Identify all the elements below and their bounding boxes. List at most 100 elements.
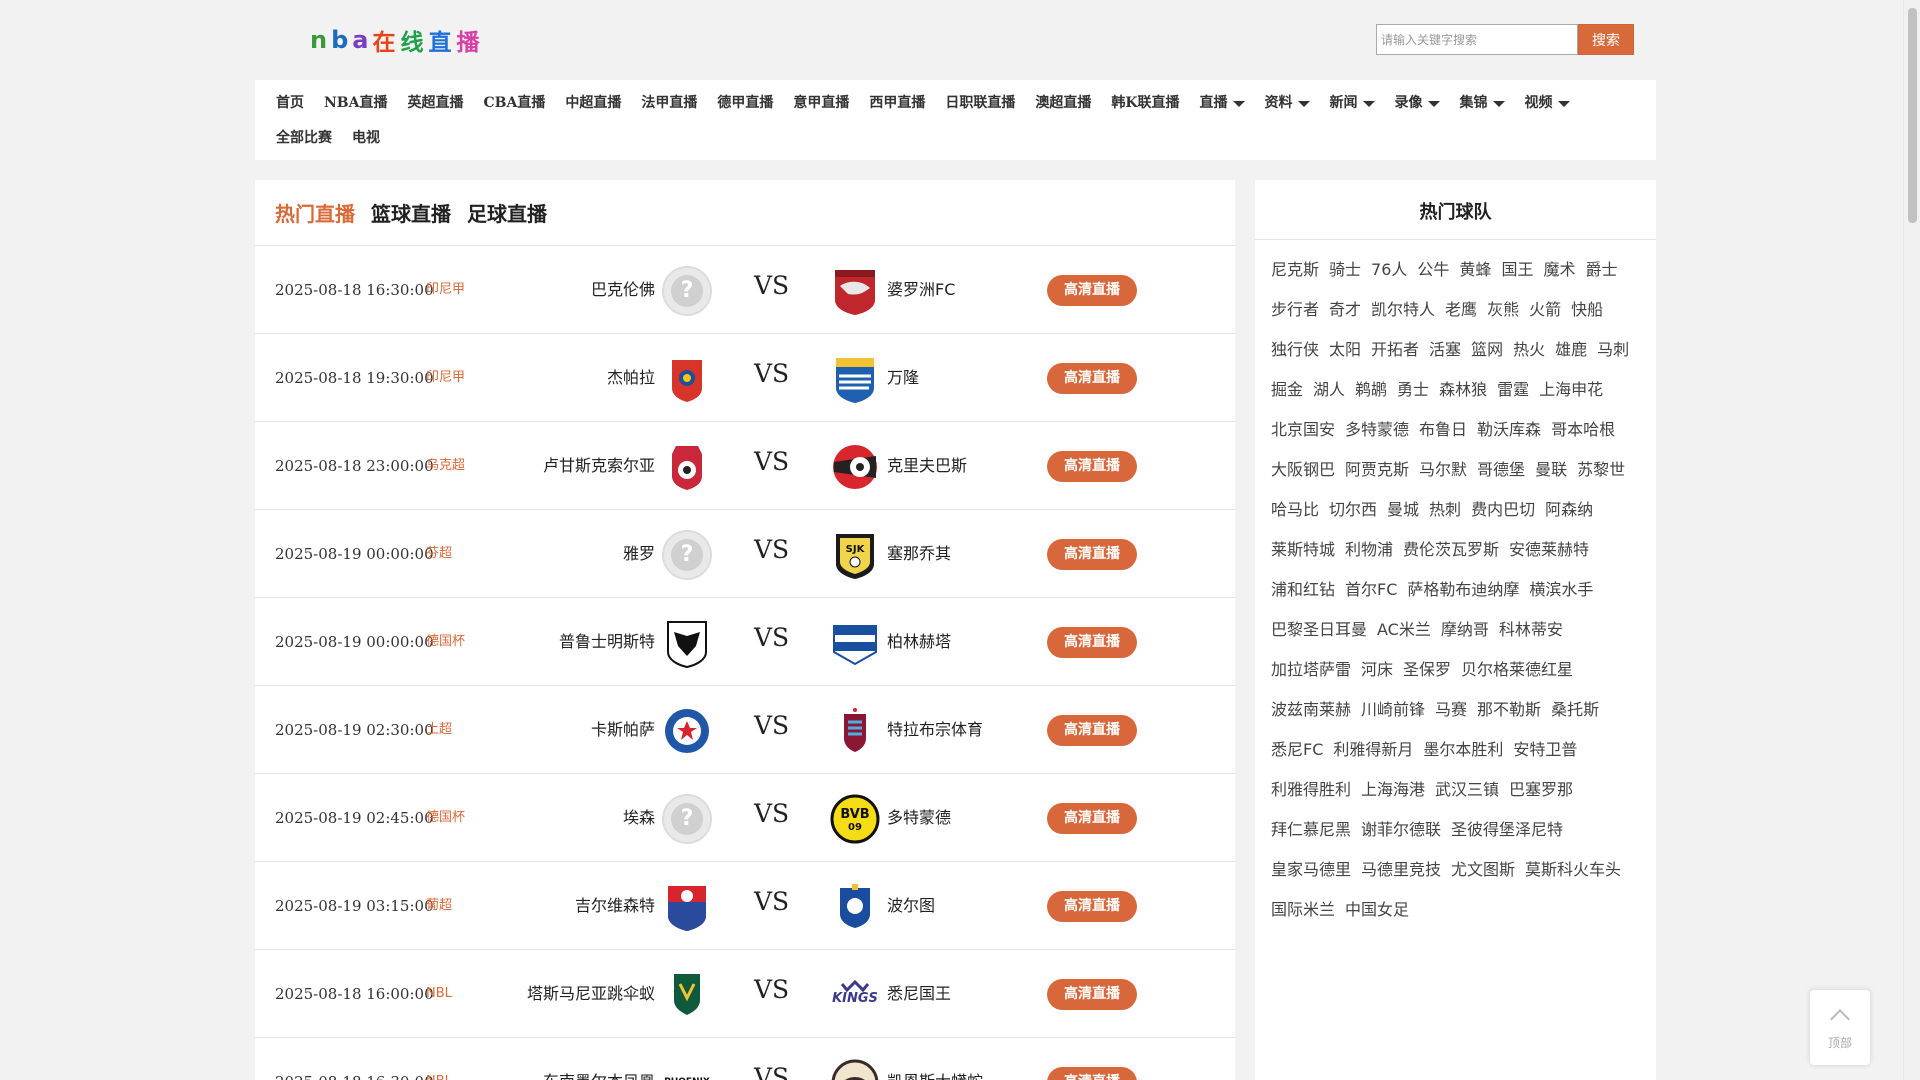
hot-team-link[interactable]: 森林狼 [1439, 370, 1487, 410]
match-league[interactable]: 德国杯 [426, 774, 465, 862]
hot-team-link[interactable]: 科林蒂安 [1499, 610, 1563, 650]
nav-item[interactable]: 录像 [1390, 86, 1455, 121]
nav-item[interactable]: 韩K联直播 [1106, 86, 1194, 121]
hot-team-link[interactable]: 布鲁日 [1419, 410, 1467, 450]
home-team-name[interactable]: 普鲁士明斯特 [559, 598, 655, 686]
hot-team-link[interactable]: AC米兰 [1377, 610, 1431, 650]
hot-team-link[interactable]: 皇家马德里 [1271, 850, 1351, 890]
search-input[interactable] [1376, 24, 1578, 55]
nav-item[interactable]: 视频 [1520, 86, 1585, 121]
nav-item[interactable]: 直播 [1195, 86, 1260, 121]
match-league[interactable]: 葡超 [426, 862, 452, 950]
hot-team-link[interactable]: 首尔FC [1345, 570, 1397, 610]
nav-item[interactable]: 资料 [1260, 86, 1325, 121]
search-button[interactable]: 搜索 [1578, 24, 1634, 55]
hot-team-link[interactable]: 勇士 [1397, 370, 1429, 410]
home-team-name[interactable]: 卡斯帕萨 [591, 686, 655, 774]
hot-team-link[interactable]: 加拉塔萨雷 [1271, 650, 1351, 690]
hot-team-link[interactable]: 拜仁慕尼黑 [1271, 810, 1351, 850]
hot-team-link[interactable]: 桑托斯 [1551, 690, 1599, 730]
home-team-name[interactable]: 塔斯马尼亚跳伞蚁 [527, 950, 655, 1038]
home-team-name[interactable]: 雅罗 [623, 510, 655, 598]
hd-live-button[interactable]: 高清直播 [1047, 363, 1137, 394]
hot-team-link[interactable]: 骑士 [1329, 250, 1361, 290]
hot-team-link[interactable]: 奇才 [1329, 290, 1361, 330]
away-team-name[interactable]: 塞那乔其 [887, 510, 951, 598]
hot-team-link[interactable]: 利雅得胜利 [1271, 770, 1351, 810]
hot-team-link[interactable]: 哈马比 [1271, 490, 1319, 530]
nav-item[interactable]: 法甲直播 [636, 86, 712, 121]
away-team-name[interactable]: 多特蒙德 [887, 774, 951, 862]
scrollbar-thumb[interactable] [1908, 8, 1917, 223]
hot-team-link[interactable]: 费伦茨瓦罗斯 [1403, 530, 1499, 570]
hot-team-link[interactable]: 热火 [1513, 330, 1545, 370]
away-team-name[interactable]: 克里夫巴斯 [887, 422, 967, 510]
home-team-name[interactable]: 埃森 [623, 774, 655, 862]
hot-team-link[interactable]: 武汉三镇 [1435, 770, 1499, 810]
hot-team-link[interactable]: 那不勒斯 [1477, 690, 1541, 730]
hot-team-link[interactable]: 火箭 [1529, 290, 1561, 330]
hot-team-link[interactable]: 马尔默 [1419, 450, 1467, 490]
match-league[interactable]: NBL [426, 1038, 452, 1080]
hot-team-link[interactable]: 曼联 [1535, 450, 1567, 490]
site-logo[interactable]: n b a 在 线 直 播 [310, 26, 480, 56]
hot-team-link[interactable]: 马赛 [1435, 690, 1467, 730]
tab-hot-live[interactable]: 热门直播 [275, 198, 355, 227]
match-league[interactable]: NBL [426, 950, 452, 1038]
match-league[interactable]: 芬超 [426, 510, 452, 598]
hd-live-button[interactable]: 高清直播 [1047, 627, 1137, 658]
hot-team-link[interactable]: 摩纳哥 [1441, 610, 1489, 650]
hot-team-link[interactable]: 贝尔格莱德红星 [1461, 650, 1573, 690]
hot-team-link[interactable]: 莫斯科火车头 [1525, 850, 1621, 890]
away-team-name[interactable]: 万隆 [887, 334, 919, 422]
hot-team-link[interactable]: 国王 [1501, 250, 1533, 290]
hot-team-link[interactable]: 湖人 [1313, 370, 1345, 410]
home-team-name[interactable]: 吉尔维森特 [575, 862, 655, 950]
match-league[interactable]: 乌克超 [426, 422, 465, 510]
hot-team-link[interactable]: 墨尔本胜利 [1423, 730, 1503, 770]
hot-team-link[interactable]: 太阳 [1329, 330, 1361, 370]
nav-item[interactable]: 中超直播 [560, 86, 636, 121]
nav-item[interactable]: 英超直播 [403, 86, 479, 121]
hot-team-link[interactable]: 凯尔特人 [1371, 290, 1435, 330]
away-team-name[interactable]: 婆罗洲FC [887, 246, 955, 334]
hot-team-link[interactable]: 多特蒙德 [1345, 410, 1409, 450]
hot-team-link[interactable]: 河床 [1361, 650, 1393, 690]
hot-team-link[interactable]: 切尔西 [1329, 490, 1377, 530]
hd-live-button[interactable]: 高清直播 [1047, 275, 1137, 306]
hot-team-link[interactable]: 波兹南莱赫 [1271, 690, 1351, 730]
hot-team-link[interactable]: 尤文图斯 [1451, 850, 1515, 890]
hot-team-link[interactable]: 篮网 [1471, 330, 1503, 370]
hot-team-link[interactable]: 阿森纳 [1545, 490, 1593, 530]
hd-live-button[interactable]: 高清直播 [1047, 979, 1137, 1010]
hot-team-link[interactable]: 利雅得新月 [1333, 730, 1413, 770]
hot-team-link[interactable]: 灰熊 [1487, 290, 1519, 330]
hot-team-link[interactable]: 苏黎世 [1577, 450, 1625, 490]
home-team-name[interactable]: 巴克伦佛 [591, 246, 655, 334]
hot-team-link[interactable]: 尼克斯 [1271, 250, 1319, 290]
home-team-name[interactable]: 卢甘斯克索尔亚 [543, 422, 655, 510]
hot-team-link[interactable]: 老鹰 [1445, 290, 1477, 330]
match-league[interactable]: 印尼甲 [426, 246, 465, 334]
tab-football-live[interactable]: 足球直播 [467, 198, 547, 227]
hot-team-link[interactable]: 安德莱赫特 [1509, 530, 1589, 570]
away-team-name[interactable]: 悉尼国王 [887, 950, 951, 1038]
hot-team-link[interactable]: 安特卫普 [1513, 730, 1577, 770]
home-team-name[interactable]: 杰帕拉 [607, 334, 655, 422]
hot-team-link[interactable]: 雄鹿 [1555, 330, 1587, 370]
nav-item[interactable]: 澳超直播 [1030, 86, 1106, 121]
hot-team-link[interactable]: 爵士 [1585, 250, 1617, 290]
hot-team-link[interactable]: 阿贾克斯 [1345, 450, 1409, 490]
hot-team-link[interactable]: 掘金 [1271, 370, 1303, 410]
hot-team-link[interactable]: 横滨水手 [1529, 570, 1593, 610]
hot-team-link[interactable]: 曼城 [1387, 490, 1419, 530]
nav-item[interactable]: 电视 [347, 121, 395, 156]
hot-team-link[interactable]: 活塞 [1429, 330, 1461, 370]
away-team-name[interactable]: 特拉布宗体育 [887, 686, 983, 774]
nav-item[interactable]: 集锦 [1455, 86, 1520, 121]
hot-team-link[interactable]: 开拓者 [1371, 330, 1419, 370]
hot-team-link[interactable]: 热刺 [1429, 490, 1461, 530]
hot-team-link[interactable]: 大阪钢巴 [1271, 450, 1335, 490]
hot-team-link[interactable]: 上海海港 [1361, 770, 1425, 810]
hot-team-link[interactable]: 利物浦 [1345, 530, 1393, 570]
